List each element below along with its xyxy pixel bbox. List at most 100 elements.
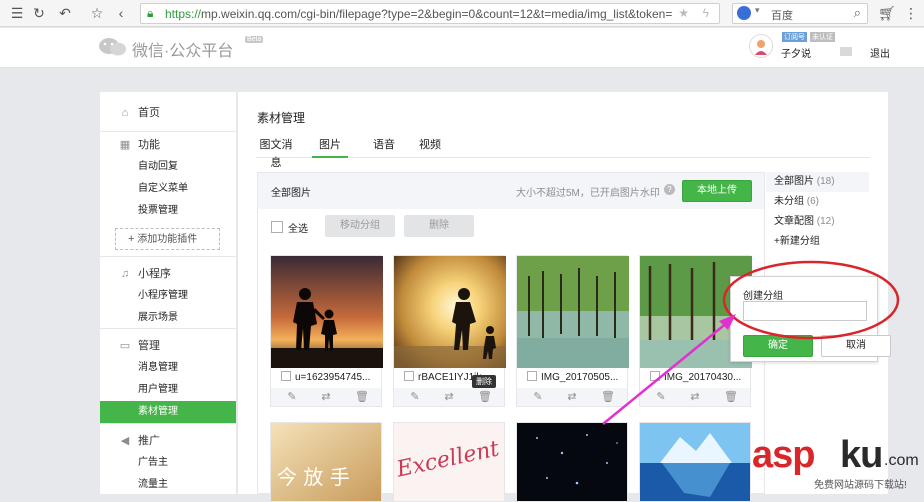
sidebar-item-materials[interactable]: 素材管理 <box>100 401 236 423</box>
image-overlay-text: 今 放 手 <box>277 465 350 489</box>
sidebar-item-users[interactable]: 用户管理 <box>100 379 236 401</box>
delete-button[interactable]: 删除 <box>404 215 474 237</box>
sidebar: ⌂ 首页 ▦ 功能 自动回复 自定义菜单 投票管理 + 添加功能插件 ♫ 小程序… <box>100 92 237 494</box>
group-name: 文章配图 <box>774 216 814 227</box>
move-icon[interactable]: ⇄ <box>688 390 702 404</box>
new-group-link[interactable]: +新建分组 <box>766 232 869 252</box>
image-thumbnail[interactable]: 今 放 手 <box>270 422 382 502</box>
image-checkbox[interactable] <box>650 371 660 381</box>
edit-icon[interactable]: ✎ <box>285 390 299 404</box>
search-engine-label: 百度 <box>771 10 793 22</box>
sidebar-group-functions: ▦ 功能 自动回复 自定义菜单 投票管理 + 添加功能插件 <box>100 132 236 257</box>
image-name: u=1623954745... <box>295 372 371 383</box>
cancel-button[interactable]: 取消 <box>821 335 891 357</box>
group-count: (6) <box>806 196 820 207</box>
tab-voice[interactable]: 语音 <box>370 136 398 158</box>
megaphone-icon: ◀ <box>120 435 130 447</box>
upload-button[interactable]: 本地上传 <box>682 180 752 202</box>
edit-icon[interactable]: ✎ <box>531 390 545 404</box>
trash-icon[interactable]: 🗑︎ <box>355 390 369 404</box>
group-item[interactable]: 全部图片 (18) <box>766 172 869 192</box>
group-name: 未分组 <box>774 196 804 207</box>
sidebar-item-auto-reply[interactable]: 自动回复 <box>100 156 236 178</box>
image-thumbnail[interactable] <box>517 256 629 368</box>
sidebar-item-custom-menu[interactable]: 自定义菜单 <box>100 178 236 200</box>
sidebar-item-home[interactable]: ⌂ 首页 <box>100 102 236 124</box>
tab-video[interactable]: 视频 <box>416 136 444 158</box>
bookmark-icon[interactable]: ★ <box>678 6 689 20</box>
account-name[interactable]: 子夕说 <box>781 45 811 60</box>
sidebar-group-home: ⌂ 首页 <box>100 92 236 132</box>
address-bar[interactable]: 🔒︎ https://mp.weixin.qq.com/cgi-bin/file… <box>140 3 720 24</box>
image-thumbnail[interactable] <box>394 256 506 368</box>
edit-icon[interactable]: ✎ <box>654 390 668 404</box>
search-engine-box[interactable]: ▾ 百度 ⌕ <box>732 3 868 24</box>
dropdown-icon[interactable]: ▾ <box>755 5 760 16</box>
sidebar-item-advertiser[interactable]: 广告主 <box>100 452 236 474</box>
sidebar-item-traffic[interactable]: 流量主 <box>100 474 236 496</box>
trash-icon[interactable]: 🗑︎ <box>724 390 738 404</box>
group-item[interactable]: 未分组 (6) <box>766 192 869 212</box>
image-thumbnail[interactable] <box>271 256 383 368</box>
trash-icon[interactable]: 🗑︎ <box>601 390 615 404</box>
help-icon[interactable]: ? <box>664 184 675 195</box>
sidebar-title-manage: ▭ 管理 <box>100 335 236 357</box>
home-icon: ⌂ <box>121 107 129 119</box>
watermark-tagline: 免费网站源码下载站! <box>814 480 907 491</box>
image-thumbnail[interactable] <box>639 422 751 502</box>
select-all-checkbox[interactable] <box>271 221 283 233</box>
move-icon[interactable]: ⇄ <box>442 390 456 404</box>
image-card[interactable]: IMG_20170505... ✎ ⇄ 🗑︎ <box>516 255 629 407</box>
avatar[interactable] <box>749 34 773 58</box>
delete-tooltip: 删除 <box>472 375 496 388</box>
sidebar-title-functions: ▦ 功能 <box>100 134 236 156</box>
image-actions: ✎ ⇄ 🗑︎ <box>640 388 750 406</box>
baidu-paw-icon <box>737 6 751 20</box>
sidebar-item-miniprogram-manage[interactable]: 小程序管理 <box>100 285 236 307</box>
image-overlay-text: Excellent <box>394 436 502 483</box>
image-checkbox[interactable] <box>527 371 537 381</box>
lightning-icon[interactable]: ϟ <box>703 6 709 20</box>
move-icon[interactable]: ⇄ <box>565 390 579 404</box>
image-name-row: IMG_20170430... <box>640 368 750 388</box>
platform-logo-text[interactable]: 微信·公众平台 <box>132 37 233 61</box>
sidebar-item-messages[interactable]: 消息管理 <box>100 357 236 379</box>
search-icon[interactable]: ⌕ <box>854 5 861 21</box>
group-item[interactable]: 文章配图 (12) <box>766 212 869 232</box>
beta-badge: Beta <box>245 36 264 43</box>
image-name: IMG_20170430... <box>664 372 742 383</box>
sidebar-item-vote[interactable]: 投票管理 <box>100 200 236 222</box>
sidebar-title-label: 管理 <box>138 340 160 352</box>
upload-hint: 大小不超过5M，已开启图片水印 <box>516 188 660 199</box>
sidebar-item-scenes[interactable]: 展示场景 <box>100 307 236 329</box>
image-checkbox[interactable] <box>404 371 414 381</box>
image-thumbnail[interactable]: Excellent <box>393 422 505 502</box>
cart-icon[interactable]: 🛒︎ <box>878 4 896 22</box>
watermark-brand-a: asp <box>752 434 815 476</box>
image-card[interactable]: rBACE1IYJ1jk... ✎ ⇄ 🗑︎ 删除 <box>393 255 506 407</box>
confirm-button[interactable]: 确定 <box>743 335 813 357</box>
image-checkbox[interactable] <box>281 371 291 381</box>
tab-images[interactable]: 图片 <box>312 136 348 158</box>
edit-icon[interactable]: ✎ <box>408 390 422 404</box>
star-icon[interactable]: ☆ <box>88 4 106 22</box>
reload-icon[interactable]: ↻ <box>30 4 48 22</box>
group-name-input[interactable] <box>743 301 867 321</box>
trash-icon[interactable]: 🗑︎ <box>478 390 492 404</box>
tab-articles[interactable]: 图文消息 <box>256 136 296 169</box>
wechat-logo-icon <box>98 36 128 58</box>
image-thumbnail[interactable] <box>516 422 628 502</box>
back-icon[interactable]: ‹ <box>112 4 130 22</box>
add-plugin-button[interactable]: + 添加功能插件 <box>115 228 220 250</box>
image-card[interactable]: u=1623954745... ✎ ⇄ 🗑︎ <box>270 255 383 407</box>
sidebar-group-miniprogram: ♫ 小程序 小程序管理 展示场景 <box>100 257 236 329</box>
add-plugin-label: 添加功能插件 <box>137 234 198 245</box>
watermark-brand-c: .com <box>884 452 919 469</box>
undo-icon[interactable]: ↶ <box>56 4 74 22</box>
move-group-button[interactable]: 移动分组 <box>325 215 395 237</box>
move-icon[interactable]: ⇄ <box>319 390 333 404</box>
menu-icon[interactable]: ☰ <box>8 4 26 22</box>
mail-icon[interactable] <box>840 47 852 56</box>
more-icon[interactable]: ⋮ <box>902 4 920 22</box>
logout-link[interactable]: 退出 <box>870 45 890 60</box>
